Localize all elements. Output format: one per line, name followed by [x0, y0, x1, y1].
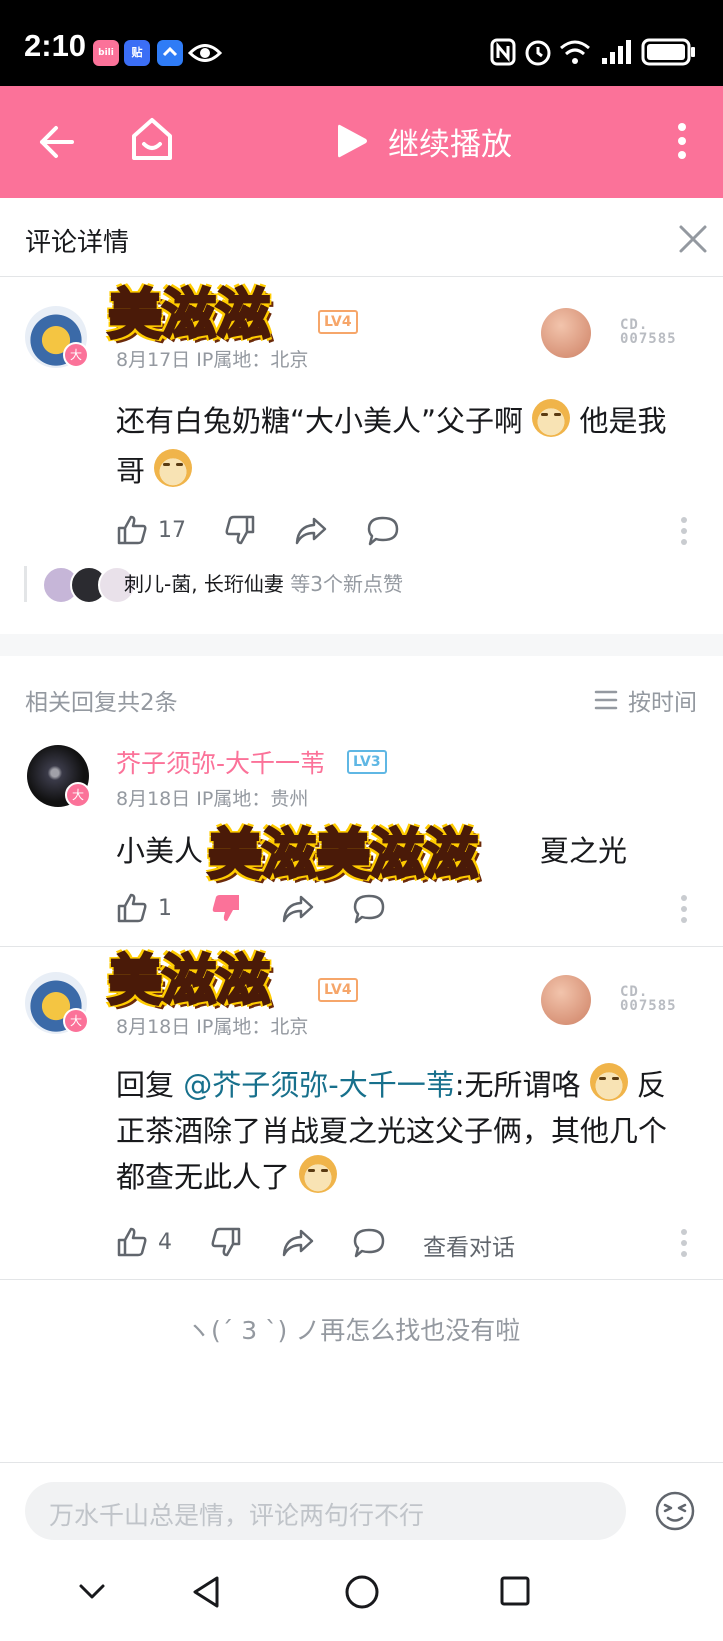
comment-input-placeholder: 万水千山总是情，评论两句行不行	[49, 1501, 425, 1530]
username[interactable]: 芥子须弥-大千一苇	[116, 744, 325, 780]
battery-icon	[641, 38, 695, 66]
status-time: 2:10	[24, 28, 87, 63]
level-badge: LV4	[318, 310, 358, 334]
like-icon[interactable]	[116, 1226, 148, 1258]
vip-badge: 大	[63, 342, 89, 368]
tieba-app-icon: 贴	[124, 40, 150, 66]
alarm-icon	[525, 40, 551, 66]
share-icon[interactable]	[281, 1228, 315, 1258]
nfc-icon	[490, 38, 516, 66]
home-icon[interactable]	[130, 116, 174, 162]
share-icon[interactable]	[294, 516, 328, 546]
emoji-picker-icon[interactable]	[654, 1490, 696, 1532]
like-icon[interactable]	[116, 514, 148, 546]
text-sticker: 美滋美滋滋	[207, 822, 480, 888]
wifi-icon	[560, 40, 590, 64]
like-count: 1	[158, 896, 172, 921]
comment-reply-icon[interactable]	[352, 1227, 386, 1259]
share-icon[interactable]	[281, 894, 315, 924]
bilibili-app-icon: bili	[93, 40, 119, 66]
play-icon	[338, 124, 367, 158]
comment-text: 还有白兔奶糖“大小美人”父子啊 他是我 哥	[116, 396, 696, 496]
system-nav-bar	[0, 1560, 723, 1641]
comment-reply-icon[interactable]	[352, 893, 386, 925]
comment-more-icon[interactable]	[680, 894, 688, 924]
back-arrow-icon[interactable]	[36, 122, 76, 162]
more-menu-icon[interactable]	[675, 119, 689, 163]
eye-icon	[188, 44, 222, 62]
fan-badge-code: CD. 007585	[620, 984, 677, 1014]
comment-meta: 8月18日 IP属地：贵州	[116, 788, 309, 810]
fan-medal-badge	[541, 975, 591, 1025]
mention-link[interactable]: @芥子须弥-大千一苇	[183, 1068, 454, 1102]
comment-text: 小美人	[116, 834, 204, 868]
doge-emoji-icon	[532, 399, 571, 437]
like-count: 4	[158, 1230, 172, 1255]
comment-text-end: 夏之光	[540, 834, 628, 868]
comment-more-icon[interactable]	[680, 516, 688, 546]
level-badge: LV4	[318, 978, 358, 1002]
view-conversation-link[interactable]: 查看对话	[423, 1228, 515, 1262]
comment-meta: 8月17日 IP属地：北京	[116, 349, 309, 371]
section-separator	[0, 634, 723, 656]
doge-emoji-icon	[589, 1063, 628, 1101]
end-of-list-text: ヽ(ˊ 3 ˋ) ノ再怎么找也没有啦	[186, 1316, 521, 1345]
comment-text: 回复 @芥子须弥-大千一苇:无所谓咯 反 正茶酒除了肖战夏之光这父子俩，其他几个…	[116, 1062, 706, 1200]
replies-count: 相关回复共2条	[25, 690, 178, 716]
dislike-active-icon[interactable]	[210, 892, 242, 924]
nav-recents-icon[interactable]	[498, 1574, 532, 1608]
fan-medal-badge	[541, 308, 591, 358]
top-nav-bar: 继续播放	[0, 86, 723, 198]
nav-home-icon[interactable]	[343, 1573, 381, 1611]
liked-by-bar	[24, 566, 27, 602]
comment-more-icon[interactable]	[680, 1228, 688, 1258]
comment-input[interactable]: 万水千山总是情，评论两句行不行	[25, 1482, 626, 1540]
like-icon[interactable]	[116, 892, 148, 924]
vip-badge: 大	[63, 1008, 89, 1034]
reply-divider	[0, 1279, 723, 1280]
status-bar: 2:10 bili 贴	[0, 0, 723, 86]
dislike-icon[interactable]	[224, 514, 256, 546]
username-sticker[interactable]: 美滋滋	[107, 270, 272, 349]
doge-emoji-icon	[299, 1155, 338, 1193]
liked-by-text[interactable]: 刺儿-菌, 长珩仙妻 等3个新点赞	[124, 568, 403, 597]
input-divider	[0, 1462, 723, 1463]
username-sticker[interactable]: 美滋滋	[107, 936, 272, 1015]
fan-badge-code: CD. 007585	[620, 317, 677, 347]
sort-by-time-button[interactable]: 按时间	[594, 683, 697, 717]
app-notification-icon	[157, 40, 183, 66]
comment-reply-icon[interactable]	[366, 515, 400, 547]
vip-badge: 大	[65, 782, 91, 808]
continue-play-button[interactable]: 继续播放	[334, 116, 512, 166]
close-icon[interactable]	[678, 224, 708, 254]
like-count: 17	[158, 518, 186, 543]
level-badge: LV3	[347, 750, 387, 774]
sort-label: 按时间	[628, 690, 697, 716]
continue-play-label: 继续播放	[388, 126, 512, 163]
sort-icon	[594, 690, 618, 710]
page-title: 评论详情	[25, 228, 130, 258]
liker-avatars[interactable]	[42, 566, 136, 604]
doge-emoji-icon	[154, 449, 193, 487]
signal-icon	[602, 40, 631, 64]
comment-meta: 8月18日 IP属地：北京	[116, 1016, 309, 1038]
dislike-icon[interactable]	[210, 1226, 242, 1258]
nav-back-icon[interactable]	[190, 1574, 222, 1610]
chevron-down-icon[interactable]	[78, 1582, 106, 1602]
